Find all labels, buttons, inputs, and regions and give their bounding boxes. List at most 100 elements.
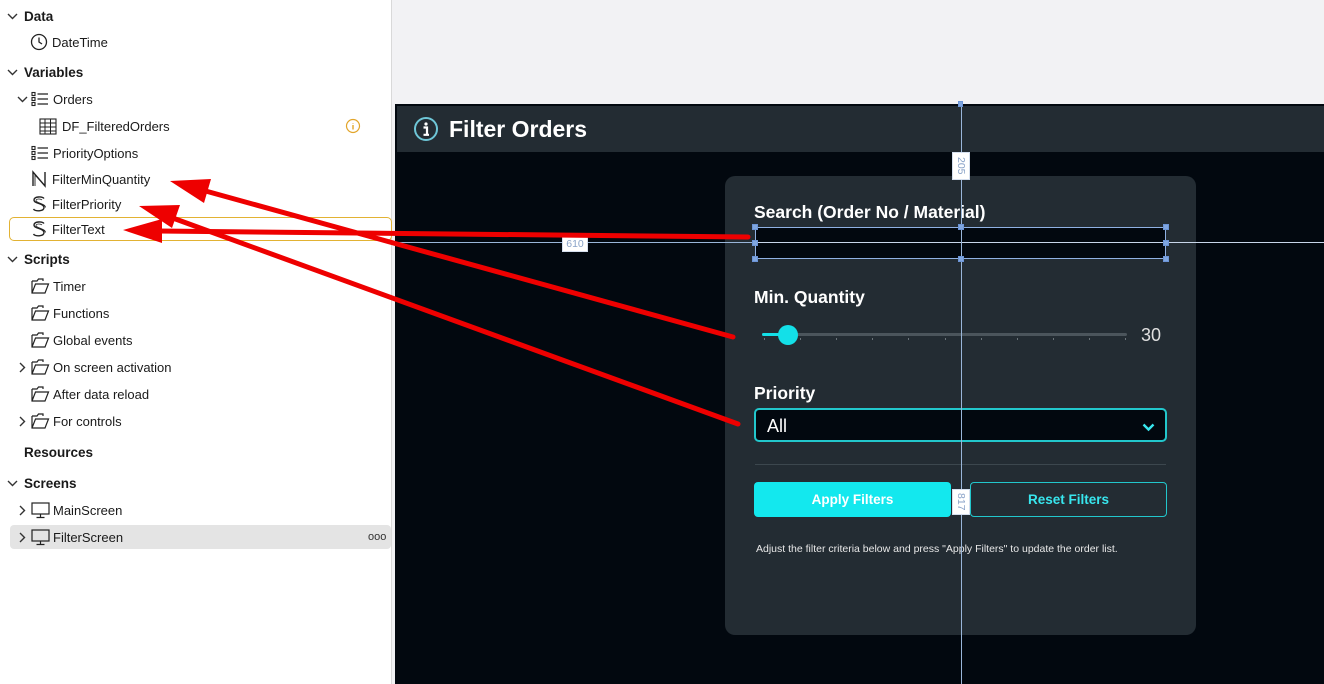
tree-item-label: FilterScreen (53, 529, 124, 545)
tree-item-label: MainScreen (53, 502, 123, 518)
resize-handle[interactable] (1163, 240, 1169, 246)
tree-item-label: Global events (53, 332, 133, 348)
resize-handle[interactable] (752, 224, 758, 230)
slider-tick (1016, 338, 1018, 340)
tree-item-label: For controls (53, 413, 122, 429)
more-options-icon[interactable]: ooo (368, 531, 386, 543)
min-quantity-value: 30 (1141, 325, 1162, 345)
tree-section-data[interactable]: Data (0, 4, 392, 28)
folder-icon (30, 276, 50, 296)
resize-handle[interactable] (1163, 224, 1169, 230)
tree-section-label: Scripts (24, 251, 70, 267)
folder-icon (30, 411, 50, 431)
tree-item-label: FilterMinQuantity (52, 171, 151, 187)
chevron-right-icon[interactable] (16, 361, 28, 373)
tree-item-filter-priority[interactable]: FilterPriority (0, 192, 392, 216)
tree-item-for-controls[interactable]: For controls (0, 409, 392, 433)
tree-item-filter-screen[interactable]: FilterScreen (0, 525, 392, 549)
distance-label-top: 205 (952, 152, 970, 180)
chevron-down-icon[interactable] (6, 253, 18, 265)
slider-tick (1088, 338, 1090, 340)
search-label: Search (Order No / Material) (754, 202, 986, 222)
slider-tick (908, 338, 910, 340)
info-icon (414, 117, 438, 141)
tree-item-global-events[interactable]: Global events (0, 328, 392, 352)
tree-section-resources[interactable]: Resources (0, 440, 392, 464)
chevron-down-icon[interactable] (6, 477, 18, 489)
tree-item-label: After data reload (53, 386, 150, 402)
selection-box[interactable] (755, 227, 1166, 259)
tree-item-orders[interactable]: Orders (0, 87, 392, 111)
tree-section-screens[interactable]: Screens (0, 471, 392, 495)
resize-handle[interactable] (958, 224, 964, 230)
slider-tick (1052, 338, 1054, 340)
folder-icon (30, 384, 50, 404)
filter-hint-text: Adjust the filter criteria below and pre… (756, 543, 1118, 555)
tree-item-label: Orders (53, 91, 93, 107)
resize-handle[interactable] (1163, 256, 1169, 262)
tree-section-label: Data (24, 8, 54, 24)
tree-item-priority-options[interactable]: PriorityOptions (0, 141, 392, 165)
min-quantity-slider-track[interactable] (762, 333, 1127, 336)
slider-tick (764, 338, 765, 340)
tree-item-df-filtered-orders[interactable]: DF_FilteredOrders (0, 114, 392, 138)
distance-label-bottom: 817 (952, 489, 970, 515)
slider-tick (944, 338, 946, 340)
tree-item-filter-min-quantity[interactable]: FilterMinQuantity (0, 167, 392, 191)
folder-icon (30, 303, 50, 323)
slider-tick (800, 338, 802, 340)
slider-tick (836, 338, 838, 340)
chevron-down-icon (1142, 419, 1155, 437)
string-variable-icon (29, 219, 49, 239)
guide-handle[interactable] (958, 101, 963, 107)
project-tree-panel: Data DateTime Variables Orders DF_Filter… (0, 0, 392, 684)
slider-tick (980, 338, 982, 340)
tree-item-label: FilterText (52, 221, 105, 237)
slider-tick (1125, 338, 1126, 340)
number-variable-icon (29, 169, 49, 189)
slider-tick (872, 338, 874, 340)
min-quantity-slider-thumb[interactable] (777, 325, 798, 345)
list-icon (30, 143, 50, 163)
tree-item-filter-text[interactable]: FilterText (0, 217, 392, 241)
tree-item-label: Timer (53, 278, 86, 294)
clock-icon (29, 32, 49, 52)
priority-label: Priority (754, 383, 816, 403)
tree-section-scripts[interactable]: Scripts (0, 247, 392, 271)
tree-section-label: Screens (24, 475, 77, 491)
min-quantity-label: Min. Quantity (754, 287, 865, 307)
info-warning-icon[interactable] (343, 116, 363, 136)
apply-filters-button[interactable]: Apply Filters (754, 482, 951, 517)
table-icon (38, 116, 58, 136)
alignment-guide-vertical (961, 104, 962, 684)
tree-item-on-screen-activation[interactable]: On screen activation (0, 355, 392, 379)
list-icon (30, 89, 50, 109)
tree-item-label: DateTime (52, 34, 108, 50)
folder-icon (30, 330, 50, 350)
chevron-down-icon[interactable] (16, 93, 28, 105)
monitor-icon (30, 500, 50, 520)
tree-item-label: On screen activation (53, 359, 172, 375)
chevron-right-icon[interactable] (16, 504, 28, 516)
chevron-right-icon[interactable] (16, 415, 28, 427)
chevron-down-icon[interactable] (6, 10, 18, 22)
monitor-icon (30, 527, 50, 547)
tree-item-functions[interactable]: Functions (0, 301, 392, 325)
priority-selected-value: All (767, 416, 788, 436)
tree-item-after-data-reload[interactable]: After data reload (0, 382, 392, 406)
tree-item-datetime[interactable]: DateTime (0, 30, 392, 54)
folder-icon (30, 357, 50, 377)
screen-header-bar: Filter Orders (397, 106, 1324, 152)
distance-label-left: 610 (562, 236, 588, 252)
tree-item-timer[interactable]: Timer (0, 274, 392, 298)
reset-filters-button[interactable]: Reset Filters (970, 482, 1167, 517)
tree-item-main-screen[interactable]: MainScreen (0, 498, 392, 522)
chevron-down-icon[interactable] (6, 66, 18, 78)
resize-handle[interactable] (752, 240, 758, 246)
resize-handle[interactable] (958, 256, 964, 262)
tree-item-label: Functions (53, 305, 110, 321)
chevron-right-icon[interactable] (16, 531, 28, 543)
resize-handle[interactable] (752, 256, 758, 262)
tree-item-label: DF_FilteredOrders (62, 118, 170, 134)
tree-section-variables[interactable]: Variables (0, 60, 392, 84)
